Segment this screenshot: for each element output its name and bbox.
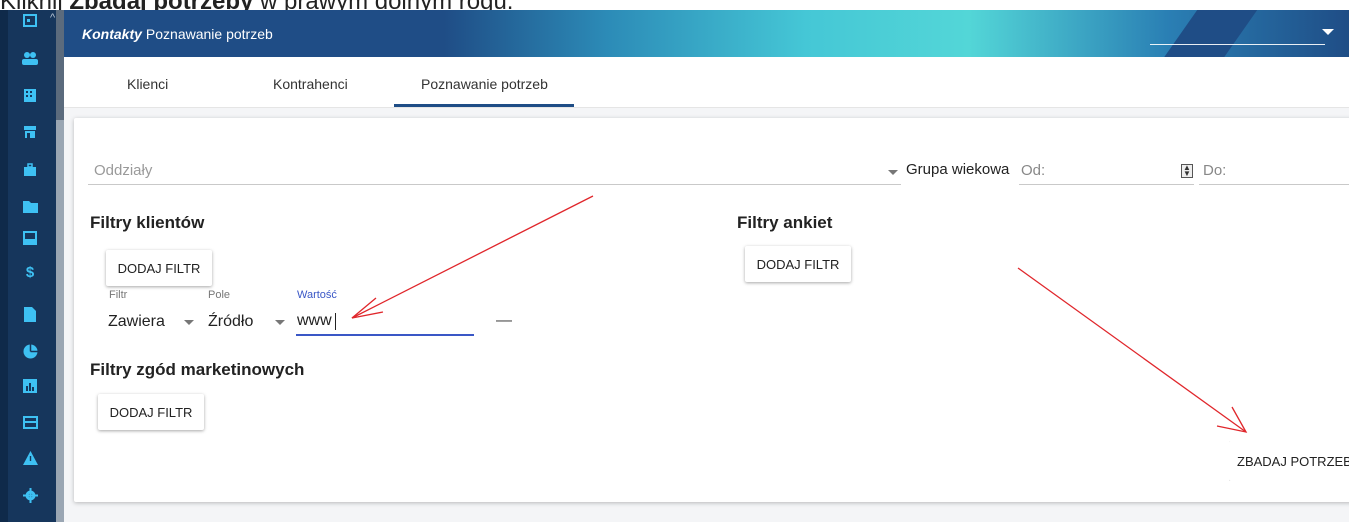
annotation-arrows [351,195,1248,433]
arrow-to-value-input [351,195,594,319]
arrow-to-submit-button [1017,267,1248,433]
